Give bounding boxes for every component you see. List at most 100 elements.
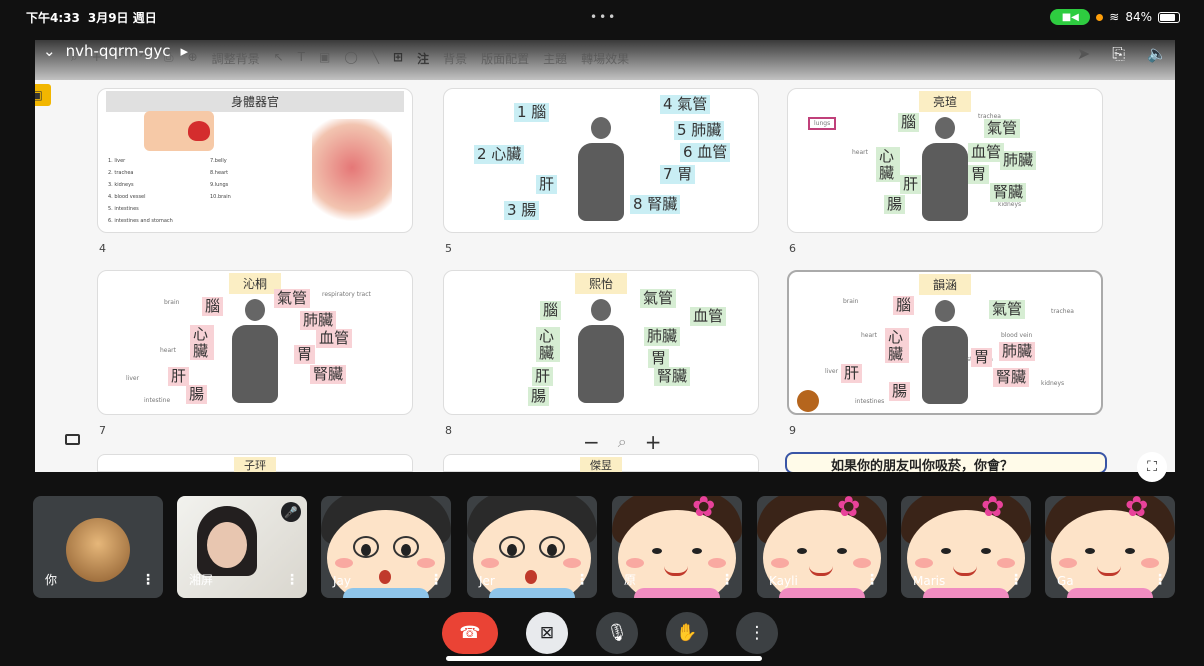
slide-thumbnail-12[interactable]: 如果你的朋友叫你吸菸，你會？: [785, 452, 1107, 472]
slide-title: 傑昱: [580, 457, 622, 472]
english-tag: trachea: [1051, 308, 1074, 315]
end-call-button[interactable]: ☎: [442, 612, 498, 654]
zoom-out-button[interactable]: −: [583, 430, 600, 454]
notes-label: 注: [417, 52, 430, 66]
more-options-icon[interactable]: ⋮: [285, 572, 299, 588]
meeting-info-arrow-icon[interactable]: ▸: [181, 42, 189, 60]
meeting-code[interactable]: nvh-qqrm-gyc: [66, 42, 171, 60]
participant-tile[interactable]: 你 ⋮: [33, 496, 163, 598]
switch-camera-icon[interactable]: ⎘: [1112, 44, 1125, 64]
slide-thumbnail-10[interactable]: 子玶: [97, 454, 413, 472]
organ-label: 腸: [528, 387, 550, 406]
organ-label: 肝: [168, 367, 190, 386]
organ-label: 腎臟: [654, 367, 691, 386]
participant-tile[interactable]: ✿ Maris ⋮: [901, 496, 1031, 598]
organ-label: 肝: [536, 175, 558, 194]
organ-label: 肺臟: [644, 327, 681, 346]
camera-active-indicator: ■◀: [1050, 9, 1091, 25]
shape-icon: ◯: [344, 50, 358, 64]
organ-label: 胃: [968, 165, 990, 184]
multitask-dots[interactable]: •••: [590, 10, 617, 24]
slide-number: 4: [99, 242, 106, 255]
slide-thumbnail-3[interactable]: 身體器官 1. liver 2. trachea 3. kidneys 4. b…: [97, 88, 413, 233]
wifi-icon: ≋: [1109, 10, 1120, 24]
more-options-icon[interactable]: ⋮: [720, 572, 734, 588]
mic-active-dot: [1096, 13, 1104, 21]
no-camera-badge-icon: ▣: [35, 84, 51, 106]
participant-tile[interactable]: Jer ⋮: [467, 496, 597, 598]
collapse-chevron-icon[interactable]: ⌄: [43, 42, 56, 60]
slide-title: 身體器官: [106, 91, 404, 112]
flower-icon: ✿: [981, 496, 1005, 523]
slide-thumbnail-7[interactable]: 沁桐 brain respiratory tract heart liver i…: [97, 270, 413, 415]
organ-label: 腦: [202, 297, 224, 316]
header-actions: ➤ ⎘ 🔈: [1077, 44, 1167, 64]
panel-toggle-icon[interactable]: [65, 434, 80, 445]
organ-label: 腎臟: [990, 183, 1027, 202]
home-indicator[interactable]: [446, 656, 762, 661]
organ-label: 胃: [971, 348, 993, 367]
slide-title: 子玶: [234, 457, 276, 472]
organ-label: 心臟: [536, 327, 560, 362]
slide-thumbnail-4[interactable]: 1 腦 2 心臟 3 腸 4 氣管 5 肺臟 6 血管 7 胃 8 腎臟 肝: [443, 88, 759, 233]
comment-icon: ⊞: [393, 50, 404, 64]
zoom-in-button[interactable]: +: [645, 430, 662, 454]
body-diagram: [226, 299, 284, 407]
slide-thumbnail-9[interactable]: 韻涵 brain trachea heart blood vein liver …: [787, 270, 1103, 415]
organ-label: 氣管: [989, 300, 1026, 319]
participant-tile[interactable]: ✿ Kayli ⋮: [757, 496, 887, 598]
battery-text: 84%: [1125, 10, 1152, 24]
english-tag: liver: [126, 375, 140, 382]
english-tag: heart: [852, 149, 868, 156]
muted-mic-icon: 🎤: [281, 502, 301, 522]
english-tag: lungs: [808, 117, 837, 130]
slide-number: 5: [445, 242, 452, 255]
camera-off-icon: ⊠: [539, 623, 555, 643]
more-options-button[interactable]: ⋮: [736, 612, 778, 654]
organ-label: 心臟: [876, 147, 900, 182]
slide-title: 韻涵: [918, 274, 972, 295]
organ-label: 1 腦: [514, 103, 550, 122]
editor-toolbar: ⌕ + ↶ ↷ ⎙ ⊕ 調整背景 ↖ T ▣ ◯ ╲ ⊞ 注 背景 版面配置 主…: [35, 40, 1175, 80]
body-diagram: [916, 300, 974, 408]
speaker-icon[interactable]: 🔈: [1147, 44, 1167, 64]
toolbar-item-background: 背景: [443, 52, 468, 66]
more-options-icon[interactable]: ⋮: [575, 572, 589, 588]
organ-label: 腎臟: [310, 365, 347, 384]
more-options-icon[interactable]: ⋮: [1153, 572, 1167, 588]
organ-label: 肝: [900, 175, 922, 194]
slide-thumbnail-8[interactable]: 熙怡 腦 氣管 血管 肺臟 心臟 胃 肝 腎臟 腸: [443, 270, 759, 415]
body-diagram: [572, 299, 630, 407]
worksheet-list-2: 7.belly 8.heart 9.lungs 10.brain: [210, 158, 231, 200]
organ-label: 氣管: [640, 289, 677, 308]
slide-thumbnail-11[interactable]: 傑昱: [443, 454, 759, 472]
organ-label: 2 心臟: [474, 145, 525, 164]
toolbar-item-theme: 主題: [543, 52, 568, 66]
organ-label: 肺臟: [300, 311, 337, 330]
raise-hand-button[interactable]: ✋: [666, 612, 708, 654]
participant-tile[interactable]: ✿ 原 ⋮: [612, 496, 742, 598]
toolbar-item-1: 調整背景: [211, 52, 260, 66]
zoom-controls: − ⌕ +: [583, 430, 662, 454]
english-tag: kidneys: [998, 201, 1022, 208]
organs-illustration: [312, 119, 392, 227]
slide-thumbnail-5[interactable]: 亮瑄 lungs trachea heart kidneys 腦 氣管 心臟 血…: [787, 88, 1103, 233]
participant-tile[interactable]: 🎤 湘屏 ⋮: [177, 496, 307, 598]
participant-name: Ga: [1057, 574, 1074, 588]
organ-label: 8 腎臟: [630, 195, 681, 214]
camera-toggle-button[interactable]: ⊠: [526, 612, 568, 654]
meeting-header: ⌄ nvh-qqrm-gyc ▸: [43, 42, 188, 60]
organ-label: 肺臟: [999, 342, 1036, 361]
more-options-icon[interactable]: ⋮: [141, 572, 155, 588]
microphone-icon: 🎙: [606, 623, 628, 643]
english-tag: kidneys: [1041, 380, 1065, 387]
more-options-icon[interactable]: ⋮: [1009, 572, 1023, 588]
more-options-icon[interactable]: ⋮: [865, 572, 879, 588]
microphone-button[interactable]: 🎙: [596, 612, 638, 654]
participant-tile[interactable]: ✿ Ga ⋮: [1045, 496, 1175, 598]
zoom-search-icon: ⌕: [617, 432, 627, 451]
more-options-icon[interactable]: ⋮: [429, 572, 443, 588]
zoom-icon: ⊕: [187, 50, 198, 64]
fullscreen-button[interactable]: ⛶: [1137, 452, 1167, 482]
participant-tile[interactable]: Jay ⋮: [321, 496, 451, 598]
